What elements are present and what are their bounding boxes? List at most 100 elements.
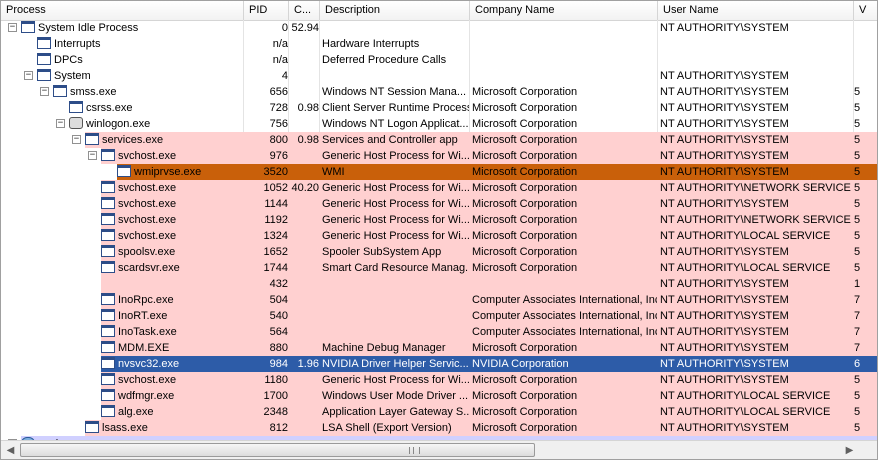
window-icon [37, 53, 51, 65]
tree-collapse-toggle-icon[interactable]: − [56, 119, 65, 128]
cell-user: NT AUTHORITY\NETWORK SERVICE [660, 182, 851, 194]
cell-company: Microsoft Corporation [472, 422, 578, 434]
cell-cpu [289, 84, 319, 100]
column-header-label: V [859, 4, 867, 16]
cell-cpu [289, 52, 319, 68]
cell-extra: 5 [854, 390, 861, 402]
horizontal-scrollbar[interactable]: ◀ ▶ [1, 440, 877, 459]
window-icon [21, 21, 35, 33]
cell-company: Microsoft Corporation [472, 182, 578, 194]
process-row[interactable]: − winlogon.exe 756 Windows NT Logon Applica… [1, 116, 877, 132]
process-row[interactable]: lsass.exe 812 LSA Shell (Export Version) Mi… [1, 420, 877, 436]
cell-description: Generic Host Process for Wi... [322, 198, 469, 210]
cell-extra: 5 [854, 214, 861, 226]
process-row[interactable]: − smss.exe 656 Windows NT Session Mana... Mi… [1, 84, 877, 100]
cell-company: Computer Associates International, Inc. [472, 294, 657, 306]
process-row[interactable]: InoRpc.exe 504 Computer Associates Interna… [1, 292, 877, 308]
cell-cpu [289, 308, 319, 324]
process-row[interactable]: − services.exe 800 0.98 Services and Control… [1, 132, 877, 148]
cell-description: Generic Host Process for Wi... [322, 230, 469, 242]
process-row[interactable]: wdfmgr.exe 1700 Windows User Mode Driver .… [1, 388, 877, 404]
tree-collapse-toggle-icon[interactable]: − [40, 87, 49, 96]
cell-user: NT AUTHORITY\LOCAL SERVICE [660, 230, 831, 242]
cell-description: NVIDIA Driver Helper Servic... [322, 358, 469, 370]
process-name: svchost.exe [118, 214, 177, 226]
process-row[interactable]: 432 NT AUTHORITY\SYSTEM 1 [1, 276, 877, 292]
cell-pid: 2348 [263, 406, 288, 418]
cell-extra: 5 [854, 374, 861, 386]
process-row[interactable]: Interrupts n/a Hardware Interrupts [1, 36, 877, 52]
cell-extra [854, 36, 876, 52]
cell-pid: n/a [272, 54, 288, 66]
process-row[interactable]: − svchost.exe 976 Generic Host Process for … [1, 148, 877, 164]
window-icon [101, 405, 115, 417]
cell-company: Microsoft Corporation [472, 262, 578, 274]
tree-collapse-toggle-icon[interactable]: − [88, 151, 97, 160]
column-header-description[interactable]: Description [320, 1, 470, 20]
process-row[interactable]: alg.exe 2348 Application Layer Gateway S..… [1, 404, 877, 420]
scroll-right-arrow-icon[interactable]: ▶ [841, 442, 858, 459]
window-icon [101, 229, 115, 241]
cell-user: NT AUTHORITY\SYSTEM [660, 310, 789, 322]
process-name: System Idle Process [38, 22, 139, 34]
cell-pid: 1192 [264, 214, 288, 226]
process-row[interactable]: svchost.exe 1192 Generic Host Process for … [1, 212, 877, 228]
cell-user: NT AUTHORITY\SYSTEM [660, 278, 789, 290]
cell-company: Microsoft Corporation [472, 134, 578, 146]
process-row[interactable]: − System 4 NT AUTHORITY\SYSTEM [1, 68, 877, 84]
process-row[interactable]: InoTask.exe 564 Computer Associates Intern… [1, 324, 877, 340]
process-row[interactable]: svchost.exe 1052 40.20 Generic Host Process… [1, 180, 877, 196]
tree-collapse-toggle-icon[interactable]: − [8, 23, 17, 32]
cell-pid: 1652 [263, 246, 288, 258]
process-row[interactable]: scardsvr.exe 1744 Smart Card Resource Mana… [1, 260, 877, 276]
process-name: services.exe [102, 134, 164, 146]
process-row[interactable]: MDM.EXE 880 Machine Debug Manager Microsoft… [1, 340, 877, 356]
cell-cpu [289, 324, 319, 340]
cell-cpu [289, 420, 319, 436]
cell-description: Machine Debug Manager [322, 342, 446, 354]
cell-company: Microsoft Corporation [472, 390, 578, 402]
process-row[interactable]: − System Idle Process 0 52.94 NT AUTHORITY\S… [1, 20, 877, 36]
gear-icon [69, 117, 83, 129]
column-header-process[interactable]: Process [1, 1, 244, 20]
scroll-left-arrow-icon[interactable]: ◀ [2, 442, 19, 459]
cell-extra: 7 [854, 310, 861, 322]
process-row[interactable]: wmiprvse.exe 3520 WMI Microsoft Corporation… [1, 164, 877, 180]
process-row[interactable]: svchost.exe 1144 Generic Host Process for … [1, 196, 877, 212]
cell-extra: 5 [854, 406, 861, 418]
process-row[interactable]: csrss.exe 728 0.98 Client Server Runtime Pr… [1, 100, 877, 116]
cell-description: Deferred Procedure Calls [322, 54, 447, 66]
process-row[interactable]: InoRT.exe 540 Computer Associates Internat… [1, 308, 877, 324]
process-name: InoRT.exe [118, 310, 168, 322]
column-header-user[interactable]: User Name [658, 1, 854, 20]
cell-pid: 1324 [263, 230, 288, 242]
tree-collapse-toggle-icon[interactable]: − [72, 135, 81, 144]
cell-company [472, 52, 657, 68]
cell-pid: 984 [269, 358, 288, 370]
cell-description: Client Server Runtime Process [322, 102, 469, 114]
column-header-cpu[interactable]: C... [289, 1, 320, 20]
column-header-pid[interactable]: PID [244, 1, 289, 20]
cell-pid: 656 [269, 86, 288, 98]
process-name: InoTask.exe [118, 326, 177, 338]
window-icon [117, 165, 131, 177]
column-header-extra[interactable]: V [854, 1, 877, 20]
column-header-company[interactable]: Company Name [470, 1, 658, 20]
column-header-label: C... [294, 4, 312, 16]
process-row[interactable]: nvsvc32.exe 984 1.96 NVIDIA Driver Helper S… [1, 356, 877, 372]
process-row[interactable]: DPCs n/a Deferred Procedure Calls [1, 52, 877, 68]
cell-extra: 5 [854, 166, 861, 178]
cell-description: Hardware Interrupts [322, 38, 420, 50]
cell-cpu [289, 148, 319, 164]
process-row[interactable]: svchost.exe 1324 Generic Host Process for … [1, 228, 877, 244]
window-icon [101, 389, 115, 401]
scrollbar-thumb[interactable] [20, 443, 535, 457]
process-row[interactable]: spoolsv.exe 1652 Spooler SubSystem App Micr… [1, 244, 877, 260]
process-tree-view[interactable]: Process PID C... Description Company Nam… [0, 0, 878, 460]
process-name: scardsvr.exe [118, 262, 180, 274]
process-row[interactable]: svchost.exe 1180 Generic Host Process for … [1, 372, 877, 388]
cell-user: NT AUTHORITY\SYSTEM [660, 150, 789, 162]
tree-collapse-toggle-icon[interactable]: − [24, 71, 33, 80]
cell-user: NT AUTHORITY\SYSTEM [660, 86, 789, 98]
cell-cpu [289, 196, 319, 212]
